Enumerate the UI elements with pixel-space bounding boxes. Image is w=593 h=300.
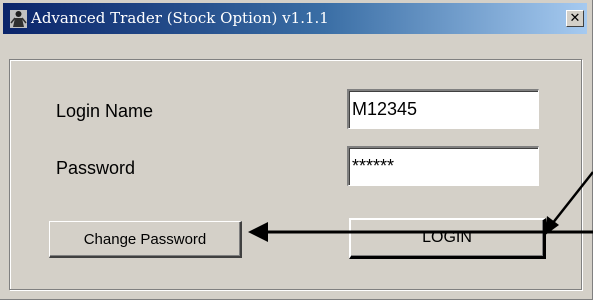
- login-button[interactable]: LOGIN: [349, 218, 546, 259]
- login-dialog: Advanced Trader (Stock Option) v1.1.1 ✕ …: [0, 0, 593, 300]
- close-button[interactable]: ✕: [566, 10, 584, 27]
- change-password-button[interactable]: Change Password: [49, 221, 242, 258]
- login-name-label: Login Name: [56, 101, 154, 121]
- window-title: Advanced Trader (Stock Option) v1.1.1: [31, 9, 329, 27]
- title-bar[interactable]: Advanced Trader (Stock Option) v1.1.1 ✕: [3, 3, 587, 34]
- trader-figure-icon: [10, 10, 27, 28]
- login-name-input[interactable]: [347, 89, 539, 129]
- password-label: Password: [56, 158, 136, 178]
- password-input[interactable]: [347, 146, 539, 186]
- close-icon: ✕: [569, 11, 581, 26]
